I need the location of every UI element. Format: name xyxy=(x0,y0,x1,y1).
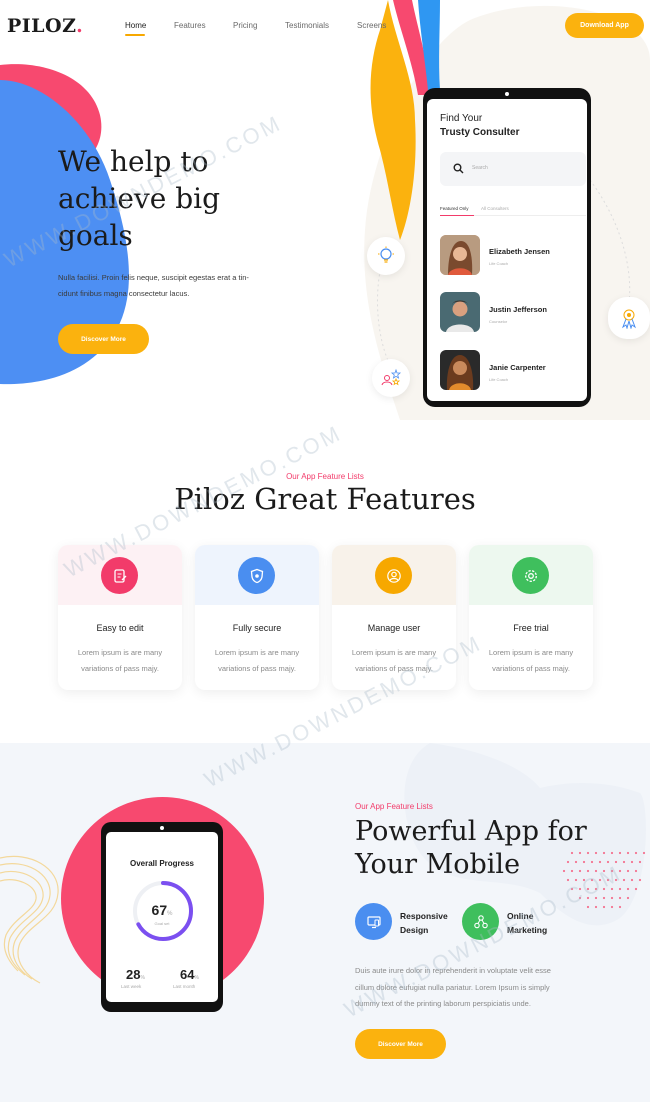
monitor-icon xyxy=(366,915,381,928)
person-name: Janie Carpenter xyxy=(489,363,546,372)
mobile-eyebrow: Our App Feature Lists xyxy=(355,802,433,811)
nav-pricing[interactable]: Pricing xyxy=(233,21,257,30)
card-description: Lorem ipsum is are many variations of pa… xyxy=(214,648,300,673)
progress-unit: % xyxy=(167,911,173,917)
card-title: Fully secure xyxy=(232,623,282,633)
app-heading-line1: Find Your xyxy=(440,113,483,124)
pill-label-line: Responsive xyxy=(400,911,448,921)
feature-card: Fully secure Lorem ipsum is are many var… xyxy=(195,545,319,690)
search-icon xyxy=(453,163,464,174)
app-heading: Find Your Trusty Consulter xyxy=(440,112,519,140)
stat-label: Last month xyxy=(173,984,196,989)
person-role: Life Coach xyxy=(489,377,509,382)
responsive-design-label: Responsive Design xyxy=(400,909,448,937)
app-heading-line2: Trusty Consulter xyxy=(440,127,520,138)
nav-screens[interactable]: Screens xyxy=(357,21,386,30)
avatar xyxy=(440,292,480,332)
card-title: Manage user xyxy=(367,623,421,633)
idea-bubble xyxy=(367,237,405,275)
app-tab-all[interactable]: All Consulters xyxy=(481,206,509,211)
hero-description: Nulla facilisi. Proin felis neque, susci… xyxy=(58,270,288,302)
nav-home[interactable]: Home xyxy=(125,21,146,30)
card-icon-circle xyxy=(238,557,275,594)
medal-icon xyxy=(621,309,637,329)
feature-card: Free trial Lorem ipsum is are many varia… xyxy=(469,545,593,690)
lightbulb-icon xyxy=(378,246,394,263)
progress-value: 67% xyxy=(132,902,192,918)
avatar xyxy=(440,235,480,275)
person-photo-icon xyxy=(440,235,480,275)
stat-unit: % xyxy=(140,975,145,981)
app-search-placeholder: Search xyxy=(472,165,488,171)
stat-value: 28 xyxy=(126,967,141,982)
person-role: Life Coach xyxy=(489,261,509,266)
stat-value: 64 xyxy=(180,967,195,982)
person-name: Justin Jefferson xyxy=(489,305,547,314)
app-tab-featured[interactable]: Featured Only xyxy=(440,206,469,211)
hero-text-line: cidunt finibus magna consectetur lacus. xyxy=(58,289,190,298)
card-icon-circle xyxy=(375,557,412,594)
download-app-button[interactable]: Download App xyxy=(565,13,644,38)
stat-last-month: 64% xyxy=(180,966,199,984)
user-star-icon xyxy=(381,368,402,386)
mobile-title: Powerful App for Your Mobile xyxy=(355,815,615,881)
progress-number: 67 xyxy=(151,902,168,918)
mobile-discover-button[interactable]: Discover More xyxy=(355,1029,446,1059)
features-eyebrow: Our App Feature Lists xyxy=(286,472,364,481)
phone-camera xyxy=(505,92,509,96)
features-title: Piloz Great Features xyxy=(174,482,476,516)
avatar xyxy=(440,350,480,390)
hero-discover-button[interactable]: Discover More xyxy=(58,324,149,354)
stat-unit: % xyxy=(194,975,199,981)
shield-icon xyxy=(250,568,263,583)
rating-bubble xyxy=(372,359,410,397)
logo-dot: . xyxy=(76,15,84,37)
nav-testimonials[interactable]: Testimonials xyxy=(285,21,329,30)
hero-title: We help to achieve big goals xyxy=(58,143,278,254)
mobile-title-line: Powerful App for xyxy=(355,816,587,847)
stat-label: Last week xyxy=(121,984,142,989)
mobile-title-line: Your Mobile xyxy=(355,849,521,880)
responsive-design-badge xyxy=(355,903,392,940)
person-photo-icon xyxy=(440,350,480,390)
app-tab-active-indicator xyxy=(440,215,474,216)
logo[interactable]: PILOZ. xyxy=(7,15,83,37)
user-icon xyxy=(386,568,401,583)
nav-active-indicator xyxy=(125,34,145,36)
pill-label-line: Design xyxy=(400,925,429,935)
card-title: Easy to edit xyxy=(96,623,144,633)
edit-icon xyxy=(113,568,126,583)
person-photo-icon xyxy=(440,292,480,332)
phone-camera xyxy=(160,826,164,830)
achievement-bubble xyxy=(608,297,650,339)
card-description: Lorem ipsum is are many variations of pa… xyxy=(488,648,574,673)
person-name: Elizabeth Jensen xyxy=(489,247,550,256)
card-description: Lorem ipsum is are many variations of pa… xyxy=(77,648,163,673)
nav-features[interactable]: Features xyxy=(174,21,206,30)
hero-text-line: Nulla facilisi. Proin felis neque, susci… xyxy=(58,273,249,282)
settings-icon xyxy=(524,569,537,582)
stat-last-week: 28% xyxy=(126,966,145,984)
progress-subtitle: Goal set xyxy=(154,921,170,926)
progress-title: Overall Progress xyxy=(129,859,195,868)
card-title: Free trial xyxy=(513,623,549,633)
logo-text: PILOZ xyxy=(7,15,77,37)
person-role: Counselor xyxy=(489,319,508,324)
card-icon-circle xyxy=(512,557,549,594)
